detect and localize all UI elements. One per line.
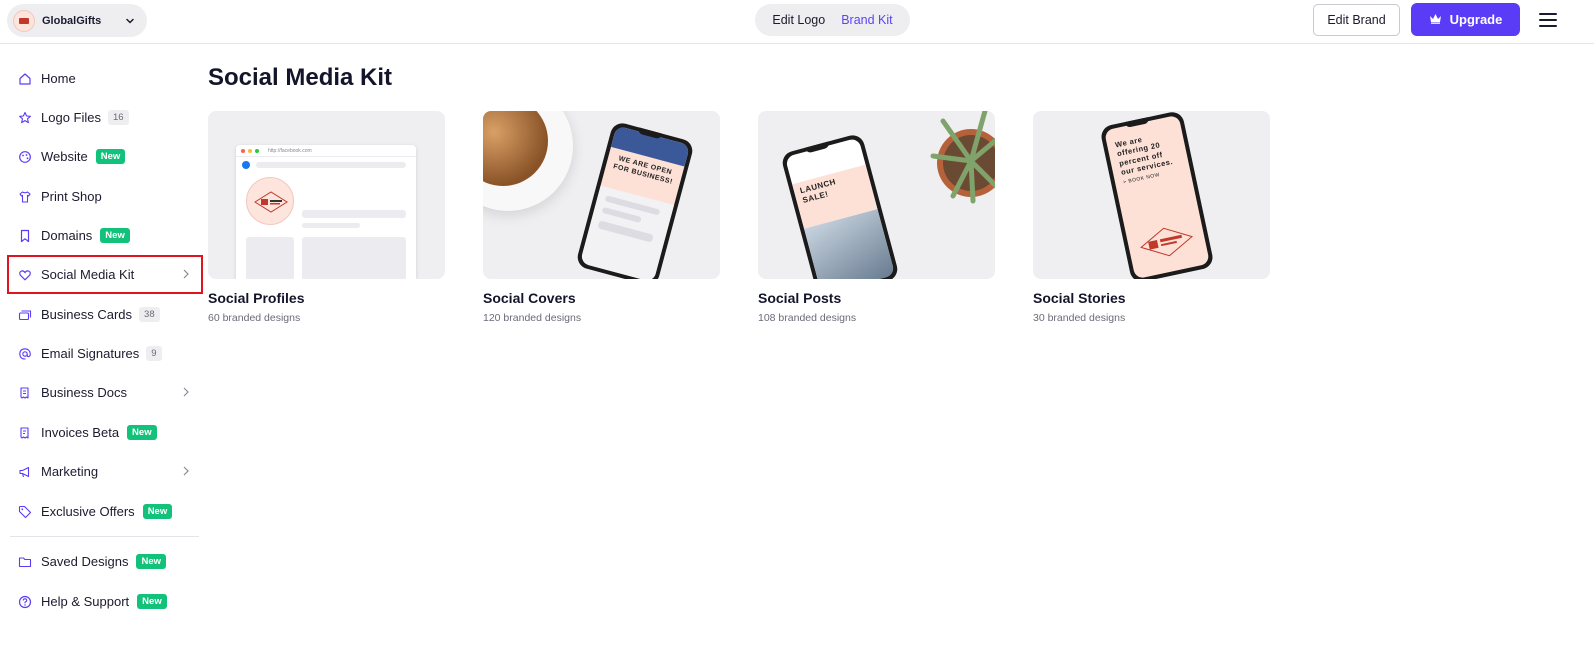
sidebar-item-logo-files[interactable]: Logo Files 16 (8, 99, 202, 136)
card-title: Social Posts (758, 290, 842, 306)
profile-logo-image (246, 177, 294, 225)
help-icon (18, 595, 32, 609)
chevron-right-icon (182, 268, 192, 280)
social-profiles-thumbnail[interactable]: http://facebook.com (208, 111, 445, 279)
hamburger-menu-icon[interactable] (1537, 10, 1559, 30)
sidebar-item-invoices[interactable]: Invoices Beta New (8, 414, 202, 451)
at-icon (18, 347, 32, 361)
social-covers-thumbnail[interactable]: WE ARE OPEN FOR BUSINESS! (483, 111, 720, 279)
new-badge: New (142, 504, 173, 519)
card-subtitle: 30 branded designs (1033, 312, 1126, 324)
count-badge: 38 (139, 307, 160, 322)
card-subtitle: 60 branded designs (208, 312, 301, 324)
card-social-covers[interactable]: WE ARE OPEN FOR BUSINESS! Social Covers … (483, 111, 720, 324)
count-badge: 9 (146, 346, 162, 361)
sidebar-item-saved-designs[interactable]: Saved Designs New (8, 543, 202, 580)
browser-mockup: http://facebook.com (236, 145, 416, 279)
star-icon (18, 111, 32, 125)
phone-mockup: We are offering 20 percent off our servi… (1099, 111, 1215, 279)
shirt-icon (18, 190, 32, 204)
chevron-down-icon (124, 15, 136, 27)
card-title: Social Profiles (208, 290, 305, 306)
new-badge: New (100, 228, 130, 243)
tab-edit-logo[interactable]: Edit Logo (772, 13, 825, 27)
brand-logo-avatar (13, 9, 35, 32)
plant-image (923, 111, 995, 211)
phone-mockup: LAUNCH SALE! (780, 132, 900, 279)
card-title: Social Covers (483, 290, 576, 306)
sidebar-item-label: Business Docs (41, 385, 127, 400)
social-posts-thumbnail[interactable]: LAUNCH SALE! (758, 111, 995, 279)
sidebar-item-social-media-kit[interactable]: Social Media Kit (7, 255, 203, 294)
document-icon (18, 386, 32, 400)
top-header: GlobalGifts Edit Logo Brand Kit Edit Bra… (0, 0, 1594, 44)
sidebar-item-home[interactable]: Home (8, 60, 202, 97)
editor-tabs: Edit Logo Brand Kit (755, 4, 910, 36)
brand-switcher[interactable]: GlobalGifts (7, 4, 147, 37)
new-badge: New (137, 594, 167, 609)
sidebar-item-email-signatures[interactable]: Email Signatures 9 (8, 335, 202, 372)
invoice-icon (18, 426, 32, 440)
sidebar-item-business-docs[interactable]: Business Docs (8, 374, 202, 411)
sidebar-item-label: Email Signatures (41, 346, 140, 361)
crown-icon (1429, 12, 1442, 27)
tag-icon (18, 505, 32, 519)
sidebar-item-label: Logo Files (41, 110, 101, 125)
sidebar-item-business-cards[interactable]: Business Cards 38 (8, 296, 202, 333)
sidebar-item-exclusive-offers[interactable]: Exclusive Offers New (8, 493, 202, 530)
card-subtitle: 120 branded designs (483, 312, 582, 324)
tab-brand-kit[interactable]: Brand Kit (841, 13, 892, 27)
new-badge: New (127, 425, 157, 440)
mockup-url: http://facebook.com (268, 147, 312, 154)
bookmark-icon (18, 229, 32, 243)
heart-icon (18, 268, 32, 282)
sidebar-item-print-shop[interactable]: Print Shop (8, 178, 202, 215)
palette-icon (18, 150, 32, 164)
sidebar-item-label: Print Shop (41, 189, 102, 204)
sidebar-item-label: Domains (41, 228, 93, 243)
sidebar-item-label: Business Cards (41, 307, 133, 322)
upgrade-button[interactable]: Upgrade (1411, 3, 1520, 36)
sidebar-item-domains[interactable]: Domains New (8, 217, 202, 254)
page-title: Social Media Kit (208, 64, 393, 91)
brand-name: GlobalGifts (42, 14, 102, 27)
chevron-right-icon (182, 465, 192, 477)
count-badge: 16 (107, 110, 129, 125)
sidebar-item-label: Website (41, 149, 88, 164)
folder-icon (18, 555, 32, 569)
new-badge: New (136, 554, 166, 569)
card-subtitle: 108 branded designs (758, 312, 857, 324)
card-title: Social Stories (1033, 290, 1126, 306)
phone-mockup: WE ARE OPEN FOR BUSINESS! (575, 120, 695, 279)
sidebar-item-marketing[interactable]: Marketing (8, 453, 202, 490)
social-stories-thumbnail[interactable]: We are offering 20 percent off our servi… (1033, 111, 1270, 279)
sidebar-item-label: Exclusive Offers (41, 504, 135, 519)
sidebar-item-help-support[interactable]: Help & Support New (8, 583, 202, 620)
card-social-stories[interactable]: We are offering 20 percent off our servi… (1033, 111, 1270, 324)
cards-icon (18, 308, 32, 322)
sidebar: Home Logo Files 16 Website New Print Sho… (0, 44, 208, 657)
megaphone-icon (18, 465, 32, 479)
card-social-posts[interactable]: LAUNCH SALE! Social Posts 108 branded de… (758, 111, 995, 324)
sidebar-item-label: Invoices Beta (41, 425, 120, 440)
home-icon (18, 72, 32, 86)
facebook-icon (242, 161, 250, 169)
upgrade-label: Upgrade (1449, 12, 1503, 27)
card-social-profiles[interactable]: http://facebook.com Social Profiles 60 b… (208, 111, 445, 324)
sidebar-item-label: Home (41, 71, 76, 86)
sidebar-divider (10, 536, 199, 537)
sidebar-item-label: Help & Support (41, 594, 130, 609)
sidebar-item-label: Saved Designs (41, 554, 129, 569)
sidebar-item-label: Social Media Kit (41, 267, 135, 282)
sidebar-item-website[interactable]: Website New (8, 138, 202, 175)
chevron-right-icon (182, 386, 192, 398)
sidebar-item-label: Marketing (41, 464, 99, 479)
edit-brand-button[interactable]: Edit Brand (1313, 4, 1400, 36)
new-badge: New (95, 149, 126, 164)
